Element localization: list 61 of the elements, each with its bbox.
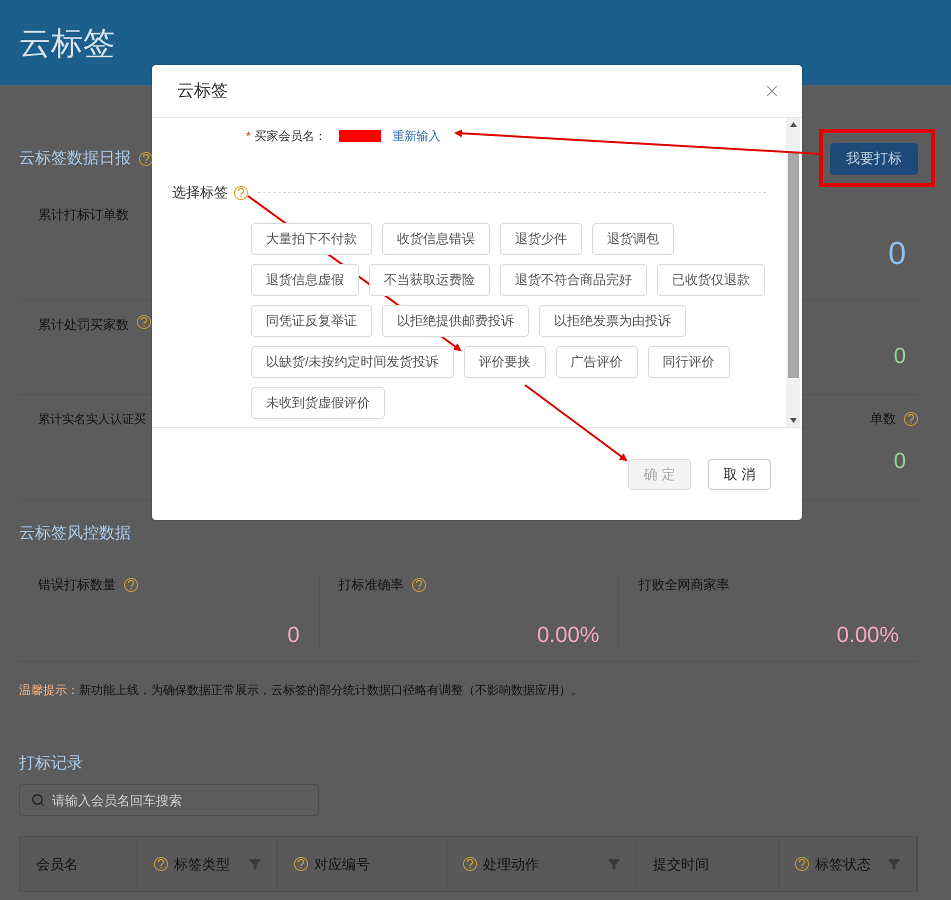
page-title: 云标签 <box>19 24 115 62</box>
tag-option[interactable]: 退货少件 <box>500 223 582 255</box>
tag-button[interactable]: 我要打标 <box>830 142 918 174</box>
stat-value: 0 <box>894 447 907 475</box>
tag-option[interactable]: 已收货仅退款 <box>657 264 765 296</box>
tag-option[interactable]: 收货信息错误 <box>382 223 490 255</box>
filter-icon[interactable] <box>249 858 261 870</box>
cancel-button[interactable]: 取 消 <box>708 458 771 490</box>
tag-option[interactable]: 评价要挟 <box>464 346 546 378</box>
tag-option[interactable]: 退货不符合商品完好 <box>500 264 647 296</box>
stat-label: 累计实名实人认证买 <box>38 411 146 428</box>
tag-option[interactable]: 广告评价 <box>556 346 638 378</box>
help-icon[interactable] <box>154 857 168 871</box>
filter-icon[interactable] <box>608 858 620 870</box>
column-header: 对应编号 <box>314 854 370 874</box>
stat-label: 错误打标数量 <box>38 576 116 594</box>
tag-option[interactable]: 退货调包 <box>592 223 674 255</box>
column-header: 提交时间 <box>653 854 709 874</box>
reenter-link[interactable]: 重新输入 <box>392 126 441 144</box>
stat-label: 打标准确率 <box>338 576 404 594</box>
tag-option[interactable]: 退货信息虚假 <box>251 264 359 296</box>
tag-option[interactable]: 以拒绝提供邮费投诉 <box>382 305 529 337</box>
stat-label: 累计处罚买家数 <box>38 316 129 334</box>
filter-icon[interactable] <box>888 858 900 870</box>
stat-value: 0.00% <box>836 621 899 649</box>
stat-label: 累计打标订单数 <box>38 206 129 224</box>
tag-option[interactable]: 以拒绝发票为由投诉 <box>539 305 686 337</box>
column-header: 处理动作 <box>483 854 539 874</box>
section-title: 云标签数据日报 <box>19 148 131 168</box>
tip-label: 温馨提示： <box>19 683 79 697</box>
column-header: 标签类型 <box>174 854 230 874</box>
tag-option[interactable]: 同凭证反复举证 <box>251 305 372 337</box>
column-header: 标签状态 <box>815 854 871 874</box>
tag-option[interactable]: 未收到货虚假评价 <box>251 387 385 419</box>
required-mark: * <box>246 128 251 144</box>
search-icon <box>31 793 45 807</box>
column-header: 会员名 <box>36 854 78 874</box>
scroll-down-icon[interactable] <box>790 418 796 423</box>
help-icon[interactable] <box>294 857 308 871</box>
tag-option[interactable]: 不当获取运费险 <box>369 264 490 296</box>
stat-label: 单数 <box>870 410 896 428</box>
redaction-bar <box>338 130 381 142</box>
dialog-title: 云标签 <box>177 80 228 102</box>
scroll-up-icon[interactable] <box>790 122 796 127</box>
select-tags-label: 选择标签 <box>172 183 228 202</box>
stat-value: 0.00% <box>536 621 600 649</box>
buyer-label: 买家会员名： <box>254 128 327 144</box>
tag-option[interactable]: 大量拍下不付款 <box>251 223 372 255</box>
help-icon[interactable] <box>463 857 477 871</box>
stat-value: 0 <box>894 342 907 370</box>
stat-value: 0 <box>888 234 907 273</box>
tag-option[interactable]: 同行评价 <box>648 346 730 378</box>
tag-option[interactable]: 以缺货/未按约定时间发货投诉 <box>251 346 454 378</box>
help-icon[interactable] <box>795 857 809 871</box>
tip-text: 新功能上线，为确保数据正常展示，云标签的部分统计数据口径略有调整（不影响数据应用）。 <box>79 683 583 697</box>
stat-value: 0 <box>287 621 300 649</box>
scrollbar[interactable] <box>786 118 800 427</box>
section-title: 打标记录 <box>19 755 83 772</box>
search-field[interactable]: 请输入会员名回车搜索 <box>19 784 319 816</box>
stat-label: 打败全网商家率 <box>638 576 730 594</box>
section-title: 云标签风控数据 <box>19 525 131 542</box>
